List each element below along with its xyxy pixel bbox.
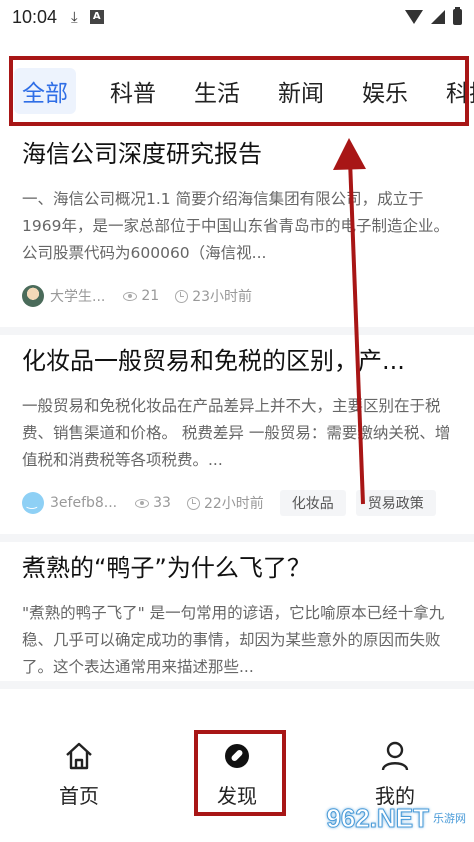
tab-all[interactable]: 全部 (14, 68, 76, 114)
article-title[interactable]: 煮熟的“鸭子”为什么飞了？ (22, 542, 452, 586)
article-summary: "煮熟的鸭子飞了" 是一句常用的谚语，它比喻原本已经十拿九稳、几乎可以确定成功的… (22, 604, 445, 676)
post-time: 22小时前 (186, 493, 264, 513)
tag-chip[interactable]: 贸易政策 (355, 490, 436, 516)
wifi-icon (405, 10, 423, 24)
article-title[interactable]: 海信公司深度研究报告 (22, 128, 452, 172)
article-meta: 3efefb8... 33 22小时前 化妆品 贸易政策 (22, 480, 452, 526)
nav-home[interactable]: 首页 (19, 740, 139, 809)
status-bar: 10:04 ⤓ A (0, 0, 474, 34)
views-value: 33 (153, 495, 171, 511)
article-card[interactable]: 化妆品一般贸易和免税的区别，产... 一般贸易和免税化妆品在产品差异上并不大，主… (0, 335, 474, 542)
eye-icon (135, 498, 150, 508)
tag-chip[interactable]: 化妆品 (279, 490, 346, 516)
article-card[interactable]: 煮熟的“鸭子”为什么飞了？ "煮熟的鸭子飞了" 是一句常用的谚语，它比喻原本已经… (0, 542, 474, 689)
clock-icon (186, 496, 200, 510)
author-name[interactable]: 大学生... (50, 286, 105, 306)
article-feed[interactable]: 海信公司深度研究报告 一、海信公司概况1.1 简要介绍海信集团有限公司，成立于1… (0, 128, 474, 722)
watermark-sub: 乐游网 (433, 811, 466, 825)
category-tabs: 全部 科普 生活 新闻 娱乐 科技 (0, 56, 474, 126)
nav-discover[interactable]: 发现 (177, 740, 297, 809)
nav-home-label: 首页 (59, 784, 99, 808)
watermark: 962.NET 乐游网 (326, 803, 466, 834)
signal-icon (431, 10, 445, 24)
eye-icon (123, 291, 138, 301)
article-title[interactable]: 化妆品一般贸易和免税的区别，产... (22, 335, 452, 379)
tab-science[interactable]: 科普 (106, 68, 160, 114)
article-summary: 一般贸易和免税化妆品在产品差异上并不大，主要区别在于税费、销售渠道和价格。 税费… (22, 397, 451, 469)
compass-icon (221, 740, 253, 772)
views-count: 21 (123, 288, 159, 304)
clock-icon (175, 289, 189, 303)
nav-mine[interactable]: 我的 (335, 740, 455, 809)
download-icon: ⤓ (71, 8, 78, 26)
time-value: 22小时前 (203, 496, 264, 512)
avatar[interactable] (22, 285, 44, 307)
author-name[interactable]: 3efefb8... (50, 495, 117, 511)
article-card[interactable]: 海信公司深度研究报告 一、海信公司概况1.1 简要介绍海信集团有限公司，成立于1… (0, 128, 474, 335)
a-box-icon: A (89, 10, 104, 24)
tab-tech[interactable]: 科技 (442, 68, 474, 114)
views-value: 21 (141, 288, 160, 304)
battery-icon (453, 7, 462, 25)
article-summary: 一、海信公司概况1.1 简要介绍海信集团有限公司，成立于1969年，是一家总部位… (22, 190, 449, 262)
article-meta: 大学生... 21 23小时前 (22, 273, 452, 319)
user-icon (381, 741, 409, 771)
watermark-logo: 962.NET (326, 803, 430, 834)
post-time: 23小时前 (175, 286, 252, 306)
tab-news[interactable]: 新闻 (274, 68, 328, 114)
tab-entertainment[interactable]: 娱乐 (358, 68, 412, 114)
views-count: 33 (135, 495, 171, 511)
tab-life[interactable]: 生活 (190, 68, 244, 114)
avatar[interactable] (22, 492, 44, 514)
time-value: 23小时前 (192, 289, 253, 305)
nav-discover-label: 发现 (217, 784, 257, 808)
status-time: 10:04 (12, 6, 58, 27)
home-icon (66, 742, 92, 770)
